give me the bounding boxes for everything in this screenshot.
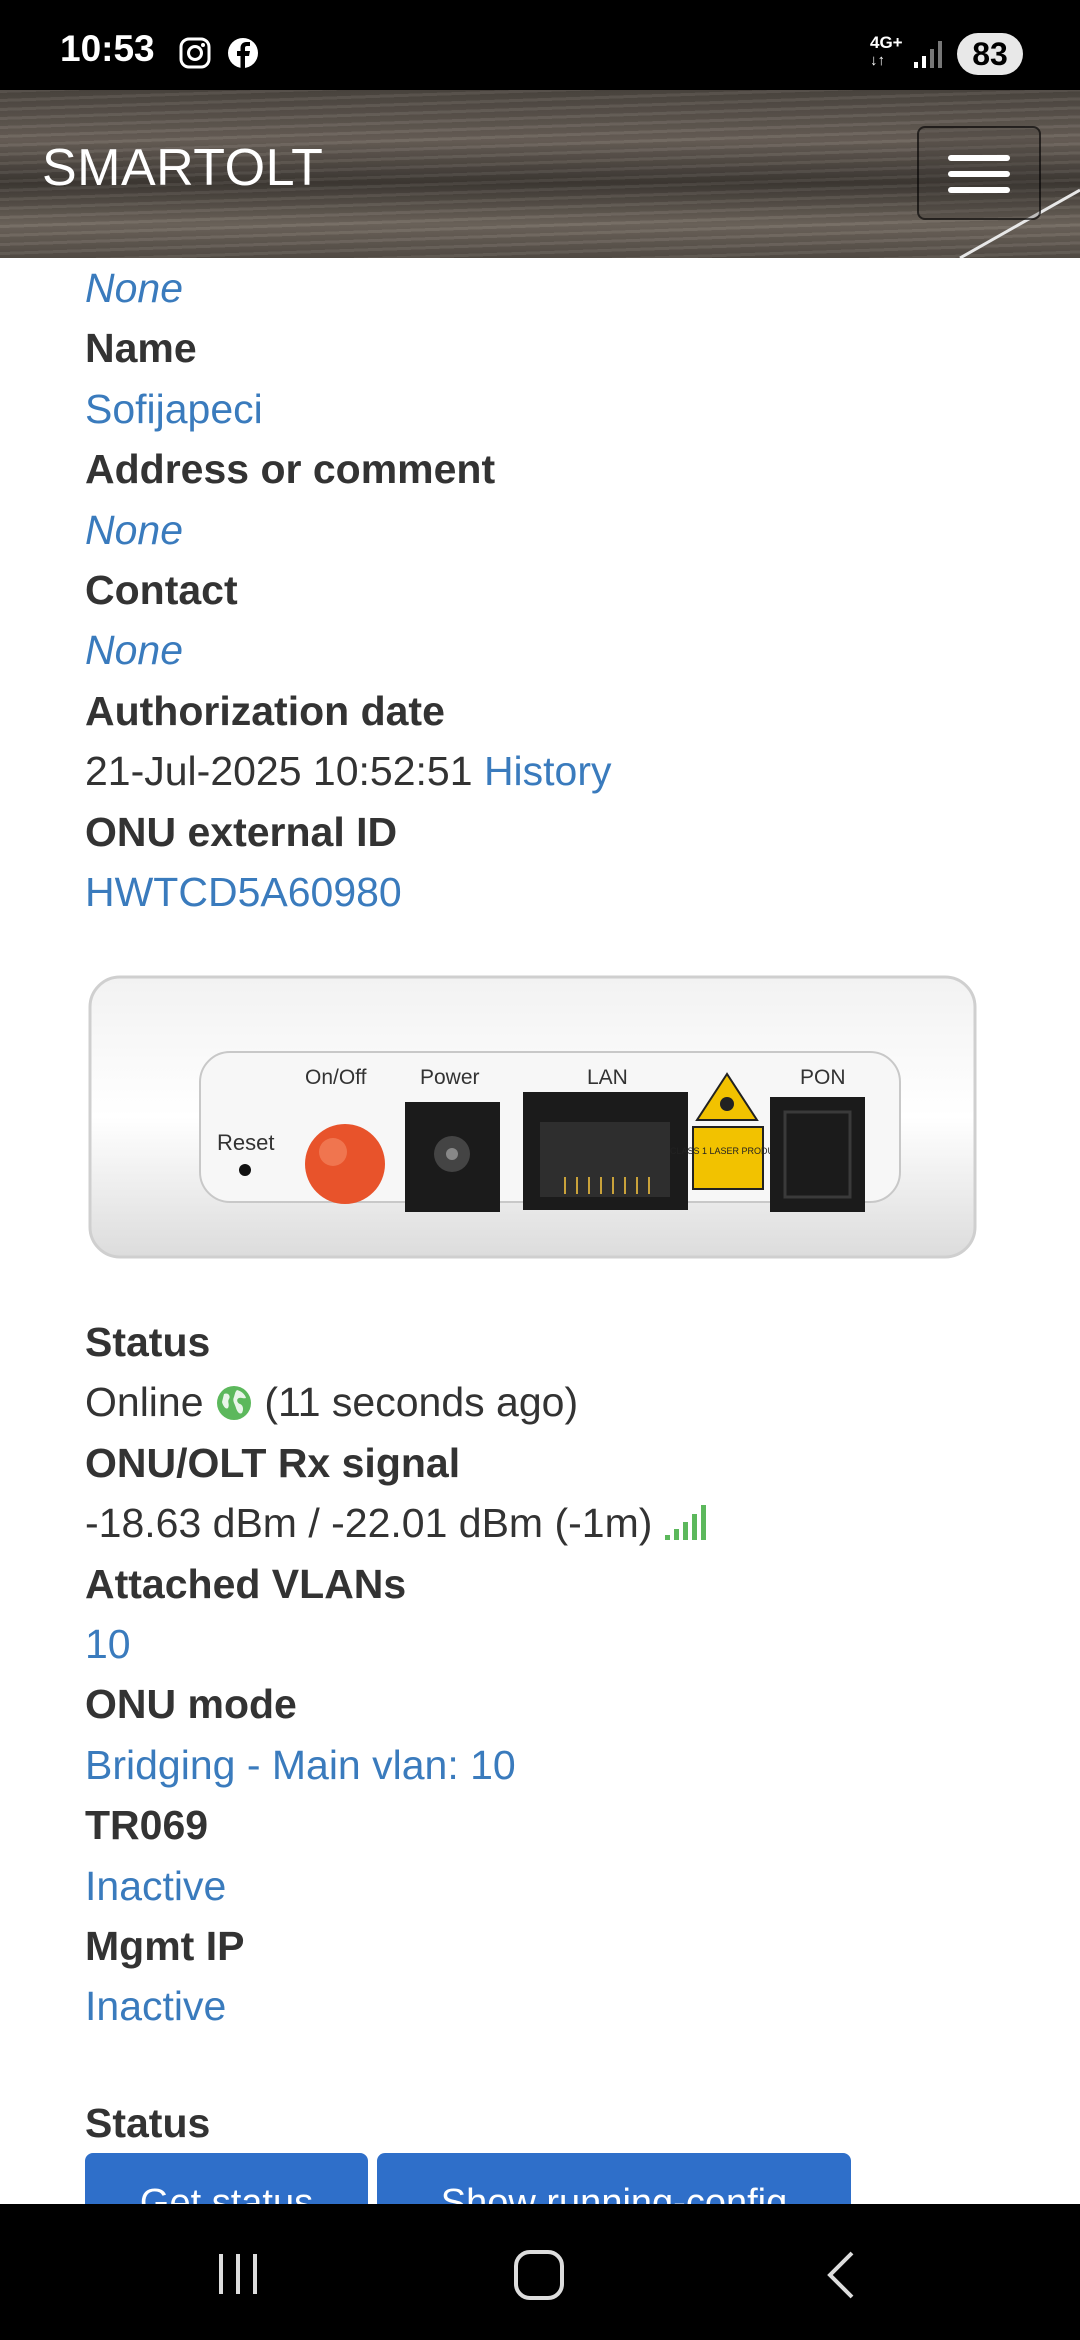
mgmt-ip-label: Mgmt IP (85, 1922, 245, 1969)
authorization-date-row: 21-Jul-2025 10:52:51 History (85, 741, 1045, 801)
signal-icon (914, 41, 942, 68)
globe-icon (216, 1386, 251, 1421)
status-value: Online (85, 1379, 204, 1426)
name-value-link[interactable]: Sofijapeci (85, 379, 1045, 439)
mgmt-ip-link[interactable]: Inactive (85, 1976, 1045, 2036)
hamburger-icon (948, 155, 1010, 161)
contact-label: Contact (85, 566, 238, 613)
recent-apps-icon[interactable] (213, 2252, 263, 2296)
status-row: Online (11 seconds ago) (85, 1372, 1045, 1432)
clock: 10:53 (60, 28, 155, 69)
onu-details: None Name Sofijapeci Address or comment … (85, 258, 1045, 922)
external-id-label: ONU external ID (85, 808, 398, 855)
address-label: Address or comment (85, 446, 496, 493)
status-ago: (11 seconds ago) (264, 1379, 579, 1426)
reset-label: Reset (217, 1130, 274, 1155)
network-indicator: 4G+ ↓↑ (870, 33, 903, 69)
system-navigation-bar (0, 2204, 1080, 2340)
onu-device-image: Reset On/Off Power LAN CLASS 1 LASER PRO… (88, 975, 977, 1259)
brand-logo[interactable]: SMARTOLT (42, 138, 323, 198)
address-value-link[interactable]: None (85, 500, 1045, 560)
status-bar: 10:53 4G+ ↓↑ 83 (0, 0, 1080, 90)
signal-strength-icon (664, 1505, 706, 1541)
actions-status-label: Status (85, 2100, 211, 2146)
signal-row: -18.63 dBm / -22.01 dBm (-1m) (85, 1493, 1045, 1553)
instagram-icon (179, 37, 211, 69)
onu-status: Status Online (11 seconds ago) ONU/OLT R… (85, 1312, 1045, 2037)
previous-field-value: None (85, 265, 184, 311)
home-icon[interactable] (512, 2248, 566, 2302)
external-id-link[interactable]: HWTCD5A60980 (85, 862, 1045, 922)
tr069-link[interactable]: Inactive (85, 1856, 1045, 1916)
reset-hole (239, 1164, 251, 1176)
actions-section: Status (85, 2093, 1045, 2153)
onoff-label: On/Off (305, 1066, 367, 1089)
authorization-date-label: Authorization date (85, 687, 445, 734)
onu-mode-label: ONU mode (85, 1681, 297, 1728)
menu-toggle-button[interactable] (917, 126, 1041, 220)
tr069-label: TR069 (85, 1802, 209, 1849)
back-icon[interactable] (822, 2250, 862, 2300)
battery-indicator: 83 (957, 33, 1023, 75)
signal-value: -18.63 dBm / -22.01 dBm (-1m) (85, 1500, 653, 1547)
pon-label: PON (800, 1066, 846, 1089)
vlans-link[interactable]: 10 (85, 1614, 1045, 1674)
name-label: Name (85, 325, 197, 372)
top-navbar: SMARTOLT (0, 90, 1080, 258)
contact-value-link[interactable]: None (85, 620, 1045, 680)
signal-label: ONU/OLT Rx signal (85, 1439, 461, 1486)
power-label: Power (420, 1066, 480, 1089)
lan-label: LAN (587, 1066, 628, 1089)
onu-mode-link[interactable]: Bridging - Main vlan: 10 (85, 1735, 1045, 1795)
vlans-label: Attached VLANs (85, 1560, 407, 1607)
facebook-icon (228, 38, 258, 68)
status-label: Status (85, 1319, 211, 1365)
history-link[interactable]: History (484, 748, 612, 794)
laser-label-text: CLASS 1 LASER PRODUCT (670, 1146, 787, 1156)
onoff-button (305, 1124, 385, 1204)
authorization-date-value: 21-Jul-2025 10:52:51 (85, 748, 473, 795)
laser-label-box (692, 1126, 764, 1190)
